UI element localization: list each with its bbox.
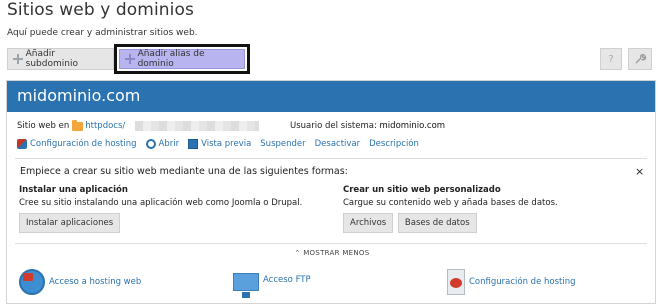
help-button[interactable]: ? xyxy=(600,48,622,70)
domain-name[interactable]: midominio.com xyxy=(17,86,140,105)
quick-link-label: Acceso FTP xyxy=(263,275,311,285)
deactivate-link[interactable]: Desactivar xyxy=(315,139,361,149)
install-app-title: Instalar una aplicación xyxy=(19,185,128,195)
divider xyxy=(15,243,647,244)
plus-icon xyxy=(125,54,135,64)
action-label: Descripción xyxy=(369,139,419,149)
site-location: Sitio web en httpdocs/ xyxy=(17,119,260,131)
databases-button[interactable]: Bases de datos xyxy=(397,213,477,233)
custom-site-section: Crear un sitio web personalizado Cargue … xyxy=(343,185,558,233)
page-title: Sitios web y dominios xyxy=(7,0,194,20)
files-button[interactable]: Archivos xyxy=(343,213,394,233)
preview-link[interactable]: Vista previa xyxy=(188,139,251,149)
add-alias-label: Añadir alias de dominio xyxy=(137,49,205,69)
hosting-settings-link[interactable]: Configuración de hosting xyxy=(17,139,137,149)
hosting-settings-icon xyxy=(17,139,27,149)
help-icon: ? xyxy=(608,53,614,65)
install-app-description: Cree su sitio instalando una aplicación … xyxy=(19,198,303,208)
custom-site-description: Cargue su contenido web y añada bases de… xyxy=(343,198,558,208)
preview-icon xyxy=(188,139,199,149)
quick-link-label: Acceso a hosting web xyxy=(49,277,142,287)
folder-icon xyxy=(72,119,84,131)
action-label: Vista previa xyxy=(201,139,252,149)
action-label: Configuración de hosting xyxy=(30,139,137,149)
hosting-config-icon xyxy=(447,269,465,295)
chevron-up-icon: ⌃ xyxy=(294,249,304,257)
description-link[interactable]: Descripción xyxy=(369,139,419,149)
install-app-section: Instalar una aplicación Cree su sitio in… xyxy=(19,185,302,233)
start-prompt: Empiece a crear su sitio web mediante un… xyxy=(20,166,348,177)
show-less-toggle[interactable]: ⌃ MOSTRAR MENOS xyxy=(7,249,657,257)
quick-links: Acceso a hosting web Acceso FTP Configur… xyxy=(7,269,657,304)
site-in-label: Sitio web en xyxy=(17,121,70,131)
tools-button[interactable] xyxy=(628,48,652,70)
domain-actions: Configuración de hosting Abrir Vista pre… xyxy=(17,139,428,149)
ftp-access-link[interactable]: Acceso FTP xyxy=(233,269,311,298)
suspend-link[interactable]: Suspender xyxy=(260,139,305,149)
add-alias-highlight: Añadir alias de dominio xyxy=(114,44,250,74)
page-subtitle: Aquí puede crear y administrar sitios we… xyxy=(7,28,198,38)
system-user-value: midominio.com xyxy=(379,121,446,131)
wrench-icon xyxy=(635,53,646,64)
domain-header: midominio.com xyxy=(7,81,655,112)
hosting-config-link[interactable]: Configuración de hosting xyxy=(447,269,576,295)
redacted-ip xyxy=(135,121,260,131)
domain-panel: midominio.com Sitio web en httpdocs/ Usu… xyxy=(6,80,656,304)
custom-site-title: Crear un sitio web personalizado xyxy=(343,185,501,195)
action-label: Desactivar xyxy=(314,139,361,149)
web-hosting-access-link[interactable]: Acceso a hosting web xyxy=(19,269,141,295)
quick-link-label: Configuración de hosting xyxy=(469,277,576,287)
open-link[interactable]: Abrir xyxy=(145,139,180,149)
add-domain-alias-button[interactable]: Añadir alias de dominio xyxy=(119,49,245,69)
show-less-label: MOSTRAR MENOS xyxy=(303,249,370,257)
toolbar: Añadir subdominio Añadir alias de domini… xyxy=(0,44,658,74)
globe-icon xyxy=(19,269,45,295)
add-subdomain-label: Añadir subdominio xyxy=(25,49,78,69)
plus-icon xyxy=(13,54,23,64)
action-label: Suspender xyxy=(260,139,306,149)
divider xyxy=(15,158,647,159)
ftp-icon xyxy=(233,273,259,298)
docroot-link[interactable]: httpdocs/ xyxy=(85,121,125,131)
close-icon[interactable]: × xyxy=(635,165,644,178)
system-user-label: Usuario del sistema: xyxy=(290,121,377,131)
open-icon xyxy=(145,139,156,149)
system-user: Usuario del sistema: midominio.com xyxy=(290,121,445,131)
action-label: Abrir xyxy=(158,139,180,149)
add-subdomain-button[interactable]: Añadir subdominio xyxy=(7,48,114,70)
install-apps-button[interactable]: Instalar aplicaciones xyxy=(19,213,121,233)
